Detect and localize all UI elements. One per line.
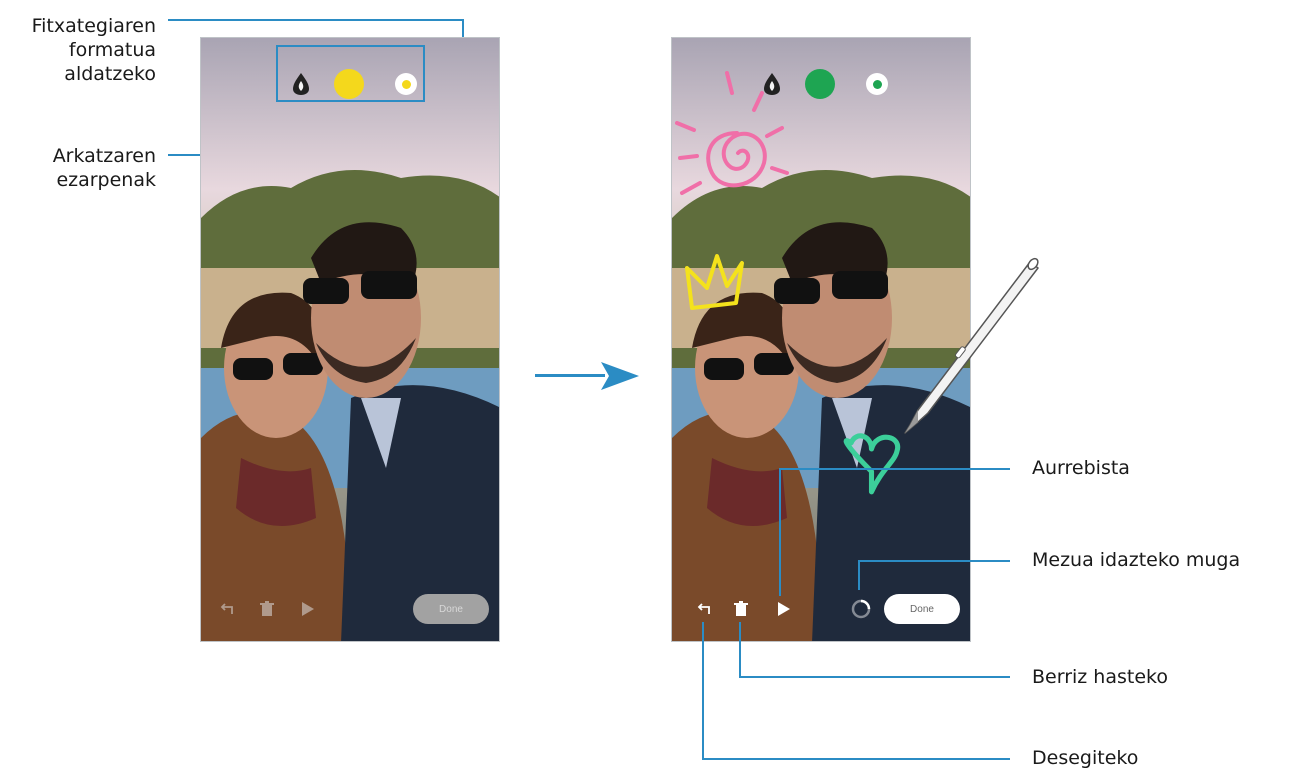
- format-callout-line2: formatua: [68, 39, 156, 61]
- preview-callout-label: Aurrebista: [1032, 457, 1130, 479]
- format-callout-line3: aldatzeko: [64, 63, 156, 85]
- format-callout-line-h: [168, 19, 463, 21]
- trash-icon: [734, 601, 748, 616]
- stylus-pen-icon: [904, 257, 1039, 434]
- pen-size-button-after[interactable]: [859, 66, 895, 102]
- start-over-callout-line-h: [739, 676, 1010, 678]
- pen-settings-callout-label: Arkatzaren ezarpenak: [0, 144, 156, 192]
- undo-callout-label: Desegiteko: [1032, 747, 1139, 769]
- bottom-bar-before: Done: [201, 581, 499, 641]
- phone-screen-before: Done: [200, 37, 500, 642]
- preview-callout-line-v: [779, 468, 781, 596]
- preview-button-before[interactable]: [296, 597, 320, 621]
- undo-icon: [697, 603, 710, 614]
- start-over-callout-label: Berriz hasteko: [1032, 666, 1168, 688]
- pen-color-button-after[interactable]: [802, 66, 838, 102]
- done-button-after[interactable]: Done: [884, 594, 960, 624]
- message-limit-callout-line-h: [859, 560, 1010, 562]
- pen-toolbar-after: [672, 66, 970, 102]
- undo-button-before[interactable]: [215, 597, 239, 621]
- delete-button-after[interactable]: [729, 597, 753, 621]
- arrow-right-icon: [535, 362, 639, 390]
- play-icon: [302, 602, 314, 616]
- play-icon: [778, 602, 790, 616]
- delete-button-before[interactable]: [255, 597, 279, 621]
- message-limit-indicator: [849, 597, 873, 621]
- start-over-callout-line-v: [739, 622, 741, 678]
- undo-callout-line-h: [702, 758, 1010, 760]
- format-toggle-button-after[interactable]: [754, 66, 790, 102]
- format-callout-line1: Fitxategiaren: [31, 15, 156, 37]
- pen-drop-icon: [764, 73, 780, 95]
- pen-settings-line1: Arkatzaren: [52, 145, 156, 167]
- done-button-before[interactable]: Done: [413, 594, 489, 624]
- trash-icon: [260, 601, 274, 616]
- message-limit-callout-label: Mezua idazteko muga: [1032, 549, 1241, 571]
- timer-ring-icon: [851, 599, 871, 619]
- format-callout-label: Fitxategiaren formatua aldatzeko: [0, 14, 156, 86]
- pen-size-indicator-after: [866, 73, 888, 95]
- preview-callout-line-h1: [780, 468, 1010, 470]
- undo-callout-line-v: [702, 622, 704, 760]
- bottom-bar-after: Done: [672, 581, 970, 641]
- undo-icon: [220, 603, 233, 614]
- pen-color-swatch-after: [805, 69, 835, 99]
- undo-button-after[interactable]: [692, 597, 716, 621]
- message-limit-callout-line-v: [858, 560, 860, 590]
- photo-couple-before: [201, 38, 499, 641]
- pen-settings-line2: ezarpenak: [56, 169, 156, 191]
- toolbar-highlight-box: [276, 45, 425, 102]
- preview-button-after[interactable]: [772, 597, 796, 621]
